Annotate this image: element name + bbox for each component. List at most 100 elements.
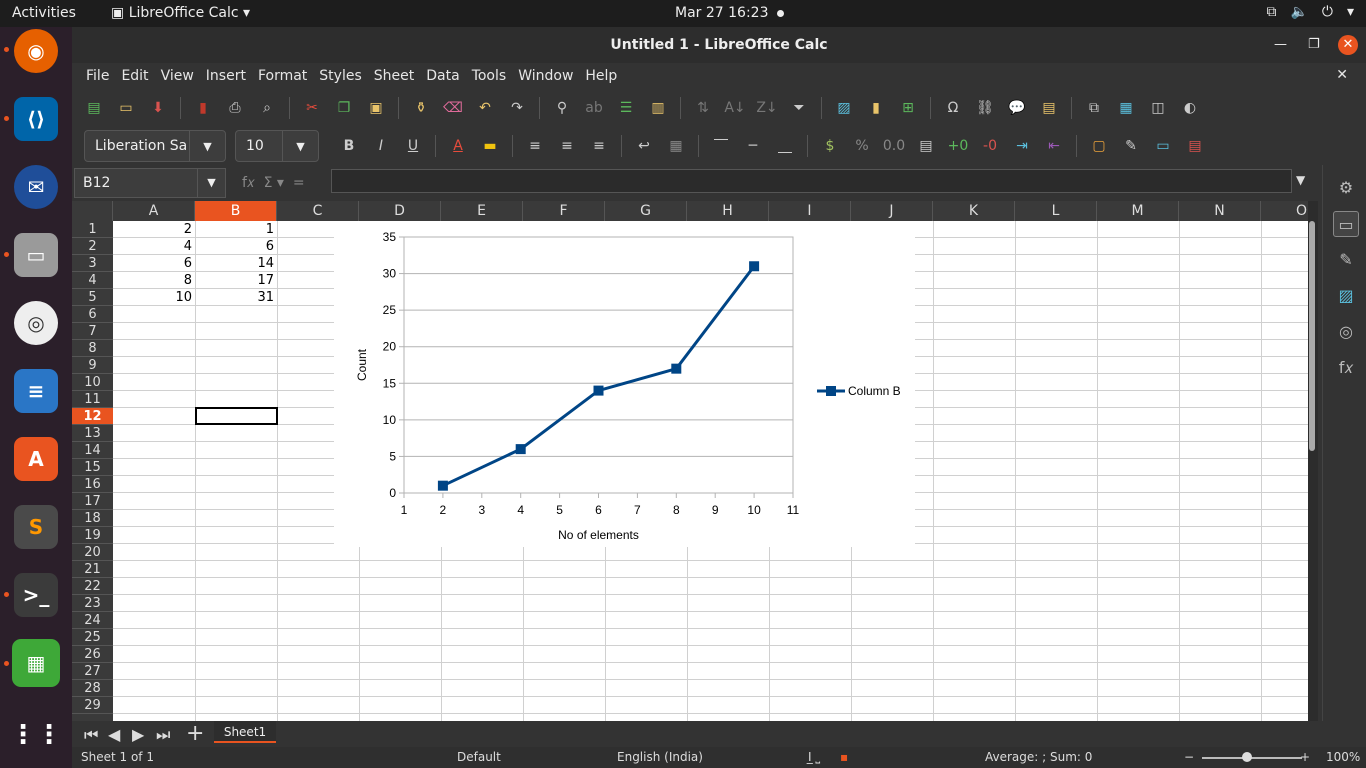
column-header-i[interactable]: I bbox=[769, 201, 851, 221]
freeze-rows-icon[interactable]: ▦ bbox=[1114, 97, 1138, 119]
column-header-f[interactable]: F bbox=[523, 201, 605, 221]
new-document-icon[interactable]: ▤ bbox=[82, 97, 106, 119]
gear-icon[interactable]: ⚙ bbox=[1333, 175, 1359, 201]
row-header-9[interactable]: 9 bbox=[72, 357, 113, 374]
cell-b1[interactable]: 1 bbox=[195, 221, 277, 238]
borders-icon[interactable]: ▢ bbox=[1087, 135, 1111, 157]
show-apps-icon[interactable]: ⋮⋮ bbox=[10, 713, 62, 757]
undo-icon[interactable]: ↶ bbox=[473, 97, 497, 119]
spreadsheet-grid[interactable]: ABCDEFGHIJKLMNO 1 2 3 4 5 6 7 8 9 10 11 12 13 14 15 16 1… bbox=[72, 201, 1308, 737]
row-header-26[interactable]: 26 bbox=[72, 646, 113, 663]
column-header-h[interactable]: H bbox=[687, 201, 769, 221]
vertical-scroll-thumb[interactable] bbox=[1309, 221, 1315, 451]
menu-insert[interactable]: Insert bbox=[200, 68, 252, 84]
column-header-g[interactable]: G bbox=[605, 201, 687, 221]
cell-b5[interactable]: 31 bbox=[195, 289, 277, 306]
row-header-3[interactable]: 3 bbox=[72, 255, 113, 272]
app-menu[interactable]: ▣ LibreOffice Calc ▾ bbox=[111, 5, 250, 21]
split-window-icon[interactable]: ◫ bbox=[1146, 97, 1170, 119]
close-window-button[interactable]: ✕ bbox=[1338, 35, 1358, 55]
spelling-icon[interactable]: ab bbox=[582, 97, 606, 119]
menu-file[interactable]: File bbox=[80, 68, 115, 84]
chevron-down-icon[interactable]: ▾ bbox=[1347, 4, 1354, 20]
hyperlink-icon[interactable]: ⛓ bbox=[973, 97, 997, 119]
chevron-down-icon[interactable]: ▼ bbox=[282, 131, 318, 161]
cut-icon[interactable]: ✂ bbox=[300, 97, 324, 119]
sort-ascending-icon[interactable]: A↓ bbox=[723, 97, 747, 119]
zoom-in-button[interactable]: + bbox=[1300, 750, 1310, 764]
redo-icon[interactable]: ↷ bbox=[505, 97, 529, 119]
row-header-6[interactable]: 6 bbox=[72, 306, 113, 323]
percent-format-icon[interactable]: % bbox=[850, 135, 874, 157]
header-footer-icon[interactable]: ▤ bbox=[1037, 97, 1061, 119]
find-replace-icon[interactable]: ⚲ bbox=[550, 97, 574, 119]
vertical-scrollbar[interactable] bbox=[1308, 201, 1318, 737]
autofilter-icon[interactable]: ⏷ bbox=[787, 97, 811, 119]
writer-icon[interactable]: ≡ bbox=[14, 369, 58, 413]
language[interactable]: English (India) bbox=[617, 750, 703, 764]
network-icon[interactable]: ⧉ bbox=[1266, 4, 1276, 20]
system-tray[interactable]: ⧉ 🔈 ⏻ ▾ bbox=[1266, 4, 1354, 20]
align-bottom-icon[interactable]: ⎽ bbox=[773, 135, 797, 157]
column-header-c[interactable]: C bbox=[277, 201, 359, 221]
row-header-29[interactable]: 29 bbox=[72, 697, 113, 714]
menu-sheet[interactable]: Sheet bbox=[368, 68, 420, 84]
highlight-color-icon[interactable]: ▬ bbox=[478, 135, 502, 157]
chevron-down-icon[interactable]: ▼ bbox=[189, 131, 225, 161]
row-header-11[interactable]: 11 bbox=[72, 391, 113, 408]
rhythmbox-icon[interactable]: ◎ bbox=[14, 301, 58, 345]
page-style[interactable]: Default bbox=[457, 750, 501, 764]
maximize-button[interactable]: ❐ bbox=[1308, 27, 1320, 63]
increase-indent-icon[interactable]: ⇥ bbox=[1010, 135, 1034, 157]
font-color-icon[interactable]: A bbox=[446, 135, 470, 157]
document-modified-icon[interactable]: ▪ bbox=[840, 750, 848, 764]
zoom-level[interactable]: 100% bbox=[1326, 750, 1360, 764]
row-header-10[interactable]: 10 bbox=[72, 374, 113, 391]
row-header-2[interactable]: 2 bbox=[72, 238, 113, 255]
column-header-l[interactable]: L bbox=[1015, 201, 1097, 221]
clone-formatting-icon[interactable]: ⚱ bbox=[409, 97, 433, 119]
cell-a4[interactable]: 8 bbox=[113, 272, 195, 289]
gallery-icon[interactable]: ▨ bbox=[1333, 283, 1359, 309]
wrap-text-icon[interactable]: ↩ bbox=[632, 135, 656, 157]
cell-b4[interactable]: 17 bbox=[195, 272, 277, 289]
number-format-icon[interactable]: 0.0 bbox=[882, 135, 906, 157]
show-draw-functions-icon[interactable]: ◐ bbox=[1178, 97, 1202, 119]
cell-a1[interactable]: 2 bbox=[113, 221, 195, 238]
font-name-combo[interactable]: Liberation Sa ▼ bbox=[84, 130, 226, 162]
selection-summary[interactable]: Average: ; Sum: 0 bbox=[985, 750, 1092, 764]
row-header-25[interactable]: 25 bbox=[72, 629, 113, 646]
files-icon[interactable]: ▭ bbox=[14, 233, 58, 277]
column-header-d[interactable]: D bbox=[359, 201, 441, 221]
row-header-22[interactable]: 22 bbox=[72, 578, 113, 595]
row-header-20[interactable]: 20 bbox=[72, 544, 113, 561]
menu-format[interactable]: Format bbox=[252, 68, 313, 84]
row-header-27[interactable]: 27 bbox=[72, 663, 113, 680]
last-sheet-button[interactable]: ⏭ bbox=[156, 725, 170, 745]
styles-icon[interactable]: ✎ bbox=[1333, 247, 1359, 273]
previous-sheet-button[interactable]: ◀ bbox=[108, 725, 120, 744]
pivot-table-icon[interactable]: ⊞ bbox=[896, 97, 920, 119]
clear-formatting-icon[interactable]: ⌫ bbox=[441, 97, 465, 119]
functions-icon[interactable]: f𝑥 bbox=[1333, 355, 1359, 381]
software-center-icon[interactable]: A bbox=[14, 437, 58, 481]
properties-icon[interactable]: ▭ bbox=[1333, 211, 1359, 237]
print-icon[interactable]: ⎙ bbox=[223, 97, 247, 119]
column-header-k[interactable]: K bbox=[933, 201, 1015, 221]
align-middle-icon[interactable]: ─ bbox=[741, 135, 765, 157]
row-header-12[interactable]: 12 bbox=[72, 408, 113, 425]
next-sheet-button[interactable]: ▶ bbox=[132, 725, 144, 744]
sort-icon[interactable]: ⇅ bbox=[691, 97, 715, 119]
column-header-b[interactable]: B bbox=[195, 201, 277, 221]
power-icon[interactable]: ⏻ bbox=[1322, 4, 1333, 20]
define-print-area-icon[interactable]: ⧉ bbox=[1082, 97, 1106, 119]
input-mode-icon[interactable]: I̲ ⎵ bbox=[808, 750, 820, 765]
border-style-icon[interactable]: ✎ bbox=[1119, 135, 1143, 157]
add-decimal-icon[interactable]: +0 bbox=[946, 135, 970, 157]
align-left-icon[interactable]: ≡ bbox=[523, 135, 547, 157]
column-icon[interactable]: ▥ bbox=[646, 97, 670, 119]
currency-format-icon[interactable]: $ bbox=[818, 135, 842, 157]
menu-data[interactable]: Data bbox=[420, 68, 465, 84]
row-header-16[interactable]: 16 bbox=[72, 476, 113, 493]
column-header-j[interactable]: J bbox=[851, 201, 933, 221]
